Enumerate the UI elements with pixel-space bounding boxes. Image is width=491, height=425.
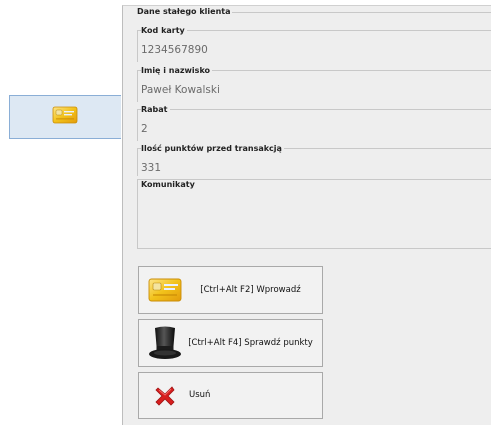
delete-button-label: Usuń bbox=[189, 390, 211, 400]
points-value: 331 bbox=[141, 162, 162, 174]
loyalty-card-icon bbox=[52, 104, 78, 130]
discount-label: Rabat bbox=[141, 105, 170, 114]
customer-panel: Dane stałego klienta Kod karty 123456789… bbox=[122, 5, 491, 425]
panel-title: Dane stałego klienta bbox=[137, 7, 233, 16]
loyalty-card-icon bbox=[145, 276, 185, 304]
name-label: Imię i nazwisko bbox=[141, 66, 213, 75]
delete-button[interactable]: Usuń bbox=[138, 372, 323, 419]
top-hat-icon bbox=[145, 324, 185, 362]
card-code-value: 1234567890 bbox=[141, 44, 208, 56]
messages-label: Komunikaty bbox=[141, 180, 197, 189]
enter-card-button-label: [Ctrl+Alt F2] Wprowadź bbox=[200, 284, 301, 295]
messages-box bbox=[137, 179, 491, 249]
red-x-icon bbox=[145, 385, 185, 407]
card-code-label: Kod karty bbox=[141, 26, 187, 35]
enter-card-button[interactable]: [Ctrl+Alt F2] Wprowadź bbox=[138, 266, 323, 314]
check-points-button-label: [Ctrl+Alt F4] Sprawdź punkty bbox=[188, 337, 313, 348]
points-label: Ilość punktów przed transakcją bbox=[141, 144, 284, 153]
name-value: Paweł Kowalski bbox=[141, 84, 220, 96]
loyalty-card-tab[interactable] bbox=[9, 95, 121, 139]
check-points-button[interactable]: [Ctrl+Alt F4] Sprawdź punkty bbox=[138, 319, 323, 367]
discount-value: 2 bbox=[141, 123, 148, 135]
